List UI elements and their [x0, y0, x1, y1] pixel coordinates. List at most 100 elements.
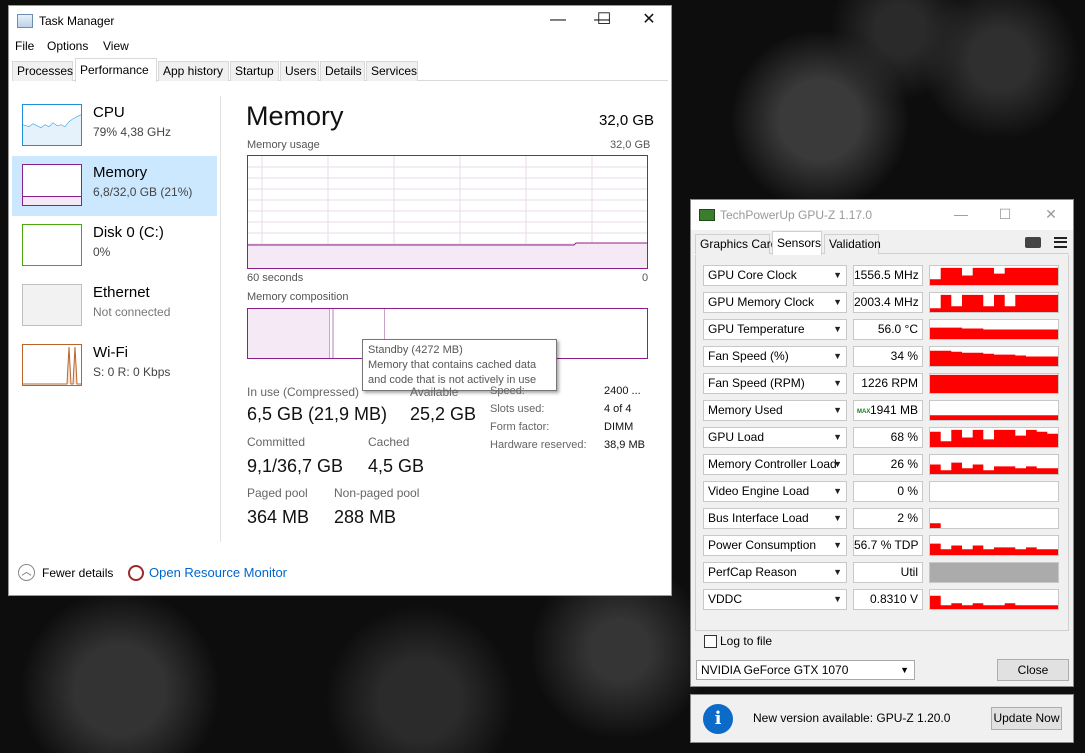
nonpaged-pool-value: 288 MB: [334, 507, 397, 527]
sensor-row: Power Consumption ▼ 56.7 % TDP: [700, 535, 1066, 556]
sensor-name-label: GPU Core Clock: [708, 268, 797, 282]
gpuz-close-button[interactable]: ✕: [1031, 200, 1071, 230]
sensor-name-dropdown[interactable]: GPU Load ▼: [703, 427, 847, 448]
fewer-details-button[interactable]: Fewer details: [42, 566, 113, 580]
menu-view[interactable]: View: [103, 39, 129, 53]
sidebar-sub-wifi: S: 0 R: 0 Kbps: [93, 365, 171, 379]
sensor-name-dropdown[interactable]: Fan Speed (RPM) ▼: [703, 373, 847, 394]
minimize-btn[interactable]: —: [535, 6, 581, 36]
sidebar-item-cpu[interactable]: CPU 79% 4,38 GHz: [12, 96, 217, 156]
sensor-value: 26 %: [853, 454, 923, 475]
update-now-button[interactable]: Update Now: [991, 707, 1062, 730]
menu-file[interactable]: File: [15, 39, 34, 53]
memory-usage-label: Memory usage: [247, 139, 320, 151]
chevron-up-icon[interactable]: ︿: [18, 564, 35, 581]
sensor-value-text: 2 %: [897, 511, 918, 525]
tab-sensors[interactable]: Sensors: [772, 231, 822, 255]
hamburger-menu-icon[interactable]: [1054, 237, 1067, 248]
sidebar-label-memory: Memory: [93, 164, 148, 181]
form-factor-label: Form factor:: [490, 421, 550, 433]
sensor-value: 68 %: [853, 427, 923, 448]
sensor-row: GPU Memory Clock ▼ 2003.4 MHz: [700, 292, 1066, 313]
sensor-value: MAX 1941 MB: [853, 400, 923, 421]
sensor-name-dropdown[interactable]: PerfCap Reason ▼: [703, 562, 847, 583]
tooltip-line1: Memory that contains cached data: [368, 359, 537, 371]
sidebar-label-wifi: Wi-Fi: [93, 344, 128, 361]
hw-reserved-value: 38,9 MB: [604, 439, 645, 451]
standby-tooltip: Standby (4272 MB) Memory that contains c…: [362, 339, 557, 391]
close-button[interactable]: Close: [997, 659, 1069, 681]
tab-services[interactable]: Services: [366, 61, 418, 81]
camera-icon[interactable]: [1025, 237, 1041, 248]
log-to-file-label[interactable]: Log to file: [720, 634, 772, 648]
memory-usage-grid: [248, 156, 647, 268]
sensor-graph: [929, 400, 1059, 421]
open-resource-monitor-link[interactable]: Open Resource Monitor: [149, 565, 287, 580]
sensor-name-dropdown[interactable]: Video Engine Load ▼: [703, 481, 847, 502]
sensor-name-dropdown[interactable]: Bus Interface Load ▼: [703, 508, 847, 529]
close-btn[interactable]: ✕: [626, 6, 672, 36]
chevron-down-icon: ▼: [833, 378, 842, 388]
sensor-value: 0 %: [853, 481, 923, 502]
tab-validation[interactable]: Validation: [824, 234, 881, 254]
tab-users[interactable]: Users: [280, 61, 319, 81]
slots-label: Slots used:: [490, 403, 545, 415]
tab-graphics-card[interactable]: Graphics Card: [695, 234, 777, 254]
sensor-row: Bus Interface Load ▼ 2 %: [700, 508, 1066, 529]
sensor-row: GPU Load ▼ 68 %: [700, 427, 1066, 448]
tab-details[interactable]: Details: [320, 61, 365, 81]
sidebar-item-wifi[interactable]: Wi-Fi S: 0 R: 0 Kbps: [12, 336, 217, 396]
log-to-file-checkbox[interactable]: [704, 635, 717, 648]
wifi-thumbnail-graph: [22, 344, 82, 386]
in-use-label: In use (Compressed): [247, 385, 360, 399]
speed-label: Speed:: [490, 385, 525, 397]
tab-processes[interactable]: Processes: [12, 61, 73, 81]
sensor-name-dropdown[interactable]: Power Consumption ▼: [703, 535, 847, 556]
graph-time-left: 60 seconds: [247, 272, 304, 284]
tab-app-history[interactable]: App history: [158, 61, 229, 81]
gpu-select-dropdown[interactable]: NVIDIA GeForce GTX 1070 ▼: [696, 660, 915, 680]
sensor-name-dropdown[interactable]: Memory Controller Load ▼: [703, 454, 847, 475]
sensor-value-text: 1941 MB: [869, 403, 918, 417]
chevron-down-icon: ▼: [833, 270, 842, 280]
sensor-name-label: Video Engine Load: [708, 484, 810, 498]
gpuz-app-icon: [699, 209, 715, 221]
tab-startup[interactable]: Startup: [230, 61, 279, 81]
sensor-row: Memory Used ▼ MAX 1941 MB: [700, 400, 1066, 421]
menu-options[interactable]: Options: [47, 39, 88, 53]
sensor-value-text: 2003.4 MHz: [854, 295, 919, 309]
sensor-name-dropdown[interactable]: GPU Temperature ▼: [703, 319, 847, 340]
sensor-name-dropdown[interactable]: GPU Memory Clock ▼: [703, 292, 847, 313]
sensor-name-dropdown[interactable]: VDDC ▼: [703, 589, 847, 610]
tab-performance[interactable]: Performance: [75, 58, 157, 82]
maximize-btn[interactable]: ☐: [581, 6, 627, 36]
sidebar-item-ethernet[interactable]: Ethernet Not connected: [12, 276, 217, 336]
sidebar-item-memory[interactable]: Memory 6,8/32,0 GB (21%): [12, 156, 217, 216]
sidebar-item-disk[interactable]: Disk 0 (C:) 0%: [12, 216, 217, 276]
sensor-name-dropdown[interactable]: GPU Core Clock ▼: [703, 265, 847, 286]
sensor-name-dropdown[interactable]: Memory Used ▼: [703, 400, 847, 421]
chevron-down-icon: ▼: [833, 324, 842, 334]
task-manager-footer: ︿ Fewer details Open Resource Monitor: [9, 562, 671, 584]
sensor-graph: [929, 562, 1059, 583]
paged-pool-value: 364 MB: [247, 507, 310, 527]
sidebar-label-disk: Disk 0 (C:): [93, 224, 164, 241]
sensor-value: 56.0 °C: [853, 319, 923, 340]
cached-value: 4,5 GB: [368, 456, 425, 476]
sensor-value: Util: [853, 562, 923, 583]
sensor-value-text: 56.0 °C: [877, 322, 918, 336]
window-title: Task Manager: [39, 14, 115, 28]
gpuz-minimize-button[interactable]: —: [941, 200, 981, 230]
chevron-down-icon: ▼: [833, 567, 842, 577]
sensor-name-dropdown[interactable]: Fan Speed (%) ▼: [703, 346, 847, 367]
memory-total: 32,0 GB: [599, 112, 655, 129]
sensor-graph: [929, 427, 1059, 448]
gpuz-maximize-button[interactable]: ☐: [985, 200, 1025, 230]
sensor-name-label: Bus Interface Load: [708, 511, 809, 525]
composition-in-use[interactable]: [248, 309, 330, 358]
sensor-graph: [929, 589, 1059, 610]
sensor-graph: [929, 481, 1059, 502]
gpuz-title-bar[interactable]: TechPowerUp GPU-Z 1.17.0 — ☐ ✕: [691, 200, 1073, 230]
sensor-value-text: 34 %: [890, 349, 918, 363]
resource-monitor-icon: [128, 565, 144, 581]
